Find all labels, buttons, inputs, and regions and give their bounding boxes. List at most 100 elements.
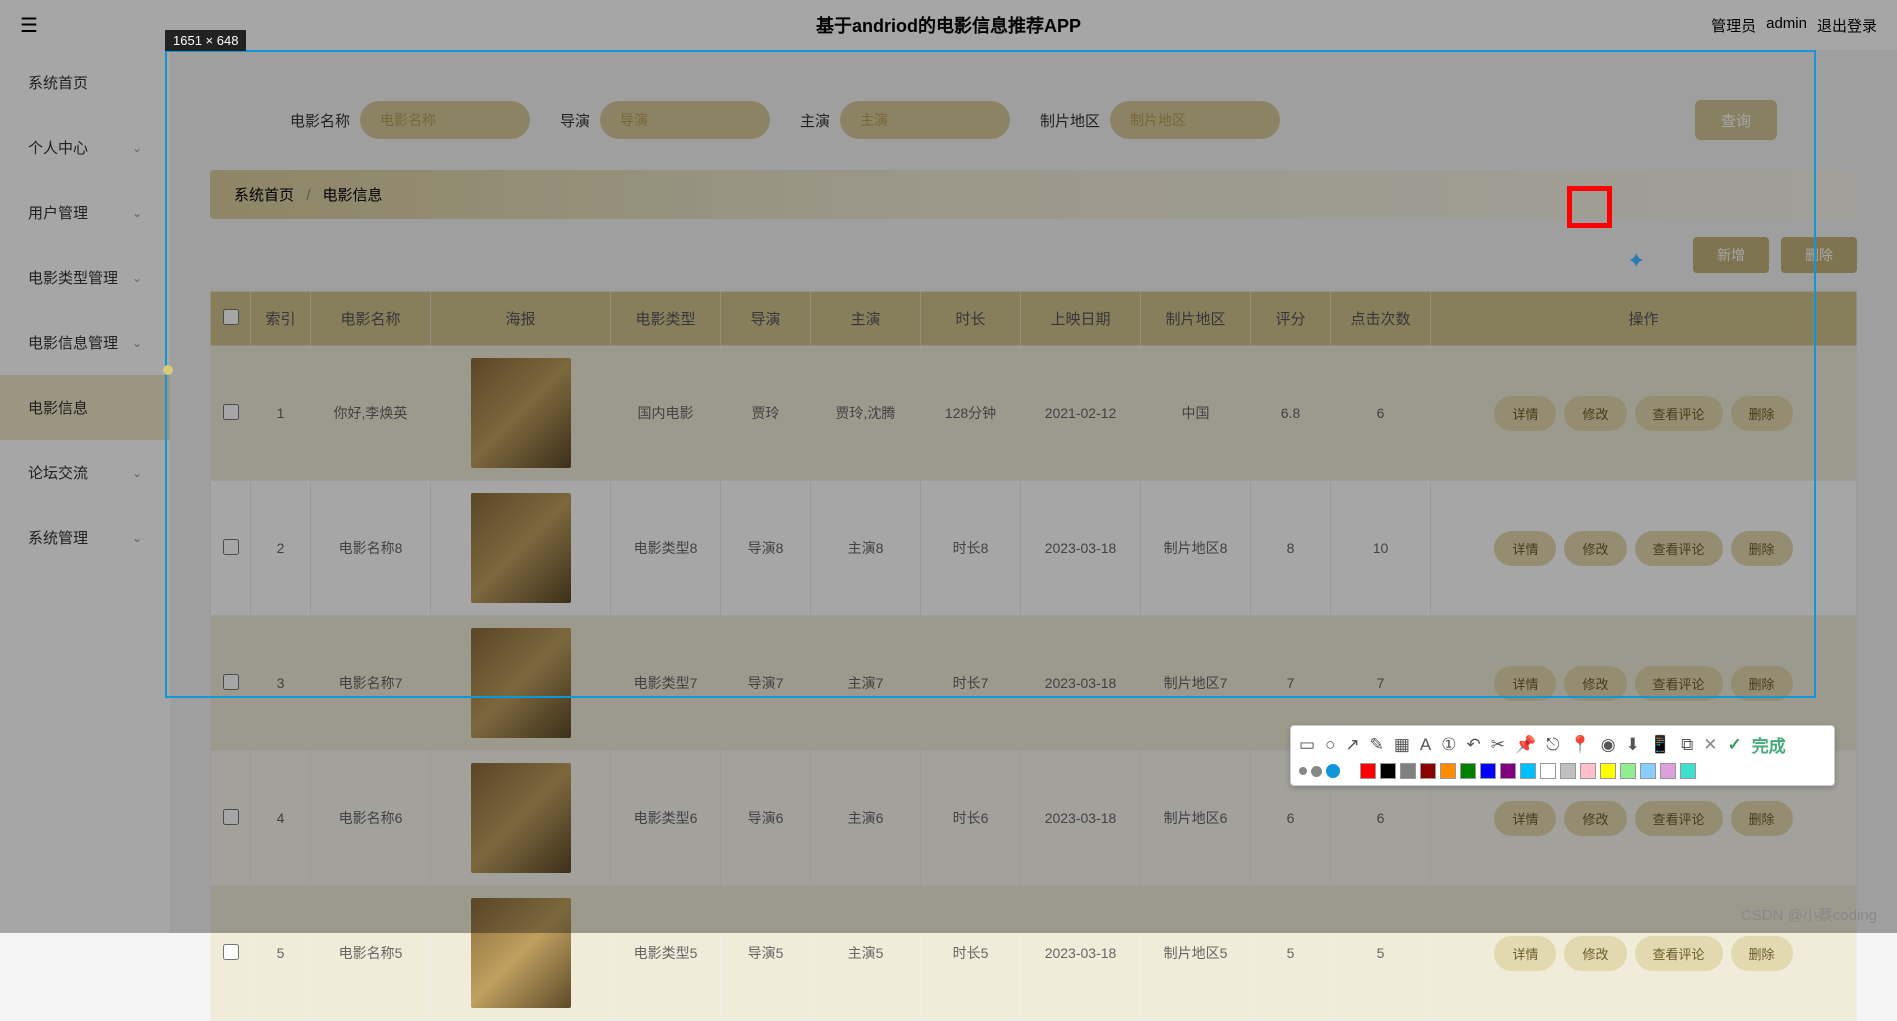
ok-icon[interactable]: ✓	[1727, 735, 1741, 755]
sidebar: 系统首页个人中心⌄用户管理⌄电影类型管理⌄电影信息管理⌄电影信息论坛交流⌄系统管…	[0, 50, 170, 933]
cell	[431, 751, 611, 886]
row-btn-删除[interactable]: 删除	[1731, 801, 1793, 836]
brush-size[interactable]	[1299, 767, 1307, 775]
sidebar-item-label: 系统首页	[28, 72, 88, 93]
cell: 2023-03-18	[1021, 886, 1141, 1021]
cut-icon[interactable]: ✂	[1491, 735, 1505, 755]
sidebar-item-6[interactable]: 论坛交流 ⌄	[0, 440, 170, 505]
chevron-down-icon: ⌄	[132, 531, 142, 545]
annotation-red-box[interactable]	[1567, 186, 1612, 228]
screenshot-toolbar: ▭ ○ ↗ ✎ ▦ A① ↶ ✂ 📌 ⎋ 📍 ◉ ⬇ 📱 ⧉ ✕ ✓ 完成	[1290, 725, 1835, 786]
cell	[211, 886, 251, 1021]
row-checkbox[interactable]	[223, 944, 239, 960]
window-icon[interactable]: ⧉	[1681, 735, 1693, 755]
sidebar-item-1[interactable]: 个人中心⌄	[0, 115, 170, 180]
cell: 电影类型5	[611, 886, 721, 1021]
cell: 4	[251, 751, 311, 886]
color-swatch[interactable]	[1580, 763, 1596, 779]
table-row: 5电影名称5电影类型5导演5主演5时长52023-03-18制片地区555详情修…	[211, 886, 1857, 1021]
sidebar-item-4[interactable]: 电影信息管理 ⌄	[0, 310, 170, 375]
sidebar-item-label: 系统管理	[28, 527, 88, 548]
color-swatch[interactable]	[1540, 763, 1556, 779]
color-swatch[interactable]	[1660, 763, 1676, 779]
chevron-down-icon: ⌄	[132, 271, 142, 285]
cell: 5	[251, 886, 311, 1021]
app-title: 基于andriod的电影信息推荐APP	[816, 12, 1081, 38]
brush-size[interactable]	[1326, 764, 1340, 778]
phone-icon[interactable]: 📱	[1650, 735, 1671, 755]
close-icon[interactable]: ✕	[1703, 735, 1717, 755]
sidebar-item-label: 论坛交流	[28, 462, 88, 483]
row-btn-删除[interactable]: 删除	[1731, 936, 1793, 971]
selection-handle[interactable]	[163, 365, 173, 375]
pen-icon[interactable]: ✎	[1370, 735, 1384, 755]
color-swatch[interactable]	[1680, 763, 1696, 779]
cell	[431, 886, 611, 1021]
record-icon[interactable]: ◉	[1601, 735, 1616, 755]
cell: 导演6	[721, 751, 811, 886]
color-swatch[interactable]	[1600, 763, 1616, 779]
sidebar-item-0[interactable]: 系统首页	[0, 50, 170, 115]
color-swatch[interactable]	[1560, 763, 1576, 779]
color-swatch[interactable]	[1440, 763, 1456, 779]
sidebar-item-label: 电影信息	[28, 397, 88, 418]
chevron-down-icon: ⌄	[132, 141, 142, 155]
cell: 时长6	[921, 751, 1021, 886]
row-btn-详情[interactable]: 详情	[1494, 936, 1556, 971]
row-btn-查看评论[interactable]: 查看评论	[1635, 801, 1723, 836]
chevron-down-icon: ⌄	[132, 336, 142, 350]
selection-size-badge: 1651 × 648	[165, 30, 246, 51]
color-swatch[interactable]	[1460, 763, 1476, 779]
sidebar-item-2[interactable]: 用户管理 ⌄	[0, 180, 170, 245]
cell	[211, 751, 251, 886]
watermark: CSDN @小蔡coding	[1741, 904, 1877, 925]
poster-image[interactable]	[471, 763, 571, 873]
download-icon[interactable]: ⬇	[1626, 735, 1640, 755]
color-swatch[interactable]	[1640, 763, 1656, 779]
sidebar-item-3[interactable]: 电影类型管理⌄	[0, 245, 170, 310]
cell: 5	[1331, 886, 1431, 1021]
arrow-icon[interactable]: ↗	[1345, 735, 1359, 755]
sidebar-item-label: 用户管理	[28, 202, 88, 223]
cell: 导演5	[721, 886, 811, 1021]
color-swatch[interactable]	[1400, 763, 1416, 779]
sidebar-item-label: 电影信息管理	[28, 332, 118, 353]
brush-size[interactable]	[1311, 766, 1322, 777]
cell: 电影类型6	[611, 751, 721, 886]
cell: 主演6	[811, 751, 921, 886]
rect-icon[interactable]: ▭	[1299, 735, 1315, 755]
color-swatch[interactable]	[1360, 763, 1376, 779]
chevron-down-icon: ⌄	[132, 206, 142, 220]
pin-b-icon[interactable]: ⎋	[1546, 735, 1559, 755]
sidebar-item-7[interactable]: 系统管理 ⌄	[0, 505, 170, 570]
done-button[interactable]: 完成	[1752, 732, 1786, 757]
row-btn-修改[interactable]: 修改	[1564, 936, 1626, 971]
undo-icon[interactable]: ↶	[1467, 735, 1481, 755]
pin-a-icon[interactable]: 📌	[1515, 735, 1536, 755]
text-icon[interactable]: A	[1420, 735, 1431, 755]
user-role: 管理员	[1711, 15, 1756, 36]
row-btn-查看评论[interactable]: 查看评论	[1635, 936, 1723, 971]
menu-collapse-icon[interactable]: ☰	[20, 13, 38, 38]
color-swatch[interactable]	[1480, 763, 1496, 779]
sidebar-item-5[interactable]: 电影信息	[0, 375, 170, 440]
color-swatch[interactable]	[1380, 763, 1396, 779]
cell: 制片地区5	[1141, 886, 1251, 1021]
color-swatch[interactable]	[1420, 763, 1436, 779]
cell: 制片地区6	[1141, 751, 1251, 886]
row-btn-修改[interactable]: 修改	[1564, 801, 1626, 836]
app-header: ☰ 基于andriod的电影信息推荐APP 管理员 admin 退出登录	[0, 0, 1897, 50]
row-checkbox[interactable]	[223, 809, 239, 825]
logout-link[interactable]: 退出登录	[1817, 15, 1877, 36]
mosaic-icon[interactable]: ▦	[1394, 735, 1410, 755]
poster-image[interactable]	[471, 898, 571, 1008]
circle-icon[interactable]: ○	[1325, 735, 1335, 755]
serial-icon[interactable]: ①	[1441, 735, 1456, 755]
color-swatch[interactable]	[1500, 763, 1516, 779]
color-swatch[interactable]	[1620, 763, 1636, 779]
cell: 5	[1251, 886, 1331, 1021]
color-swatch[interactable]	[1520, 763, 1536, 779]
row-btn-详情[interactable]: 详情	[1494, 801, 1556, 836]
pin-c-icon[interactable]: 📍	[1570, 735, 1591, 755]
chevron-down-icon: ⌄	[132, 466, 142, 480]
